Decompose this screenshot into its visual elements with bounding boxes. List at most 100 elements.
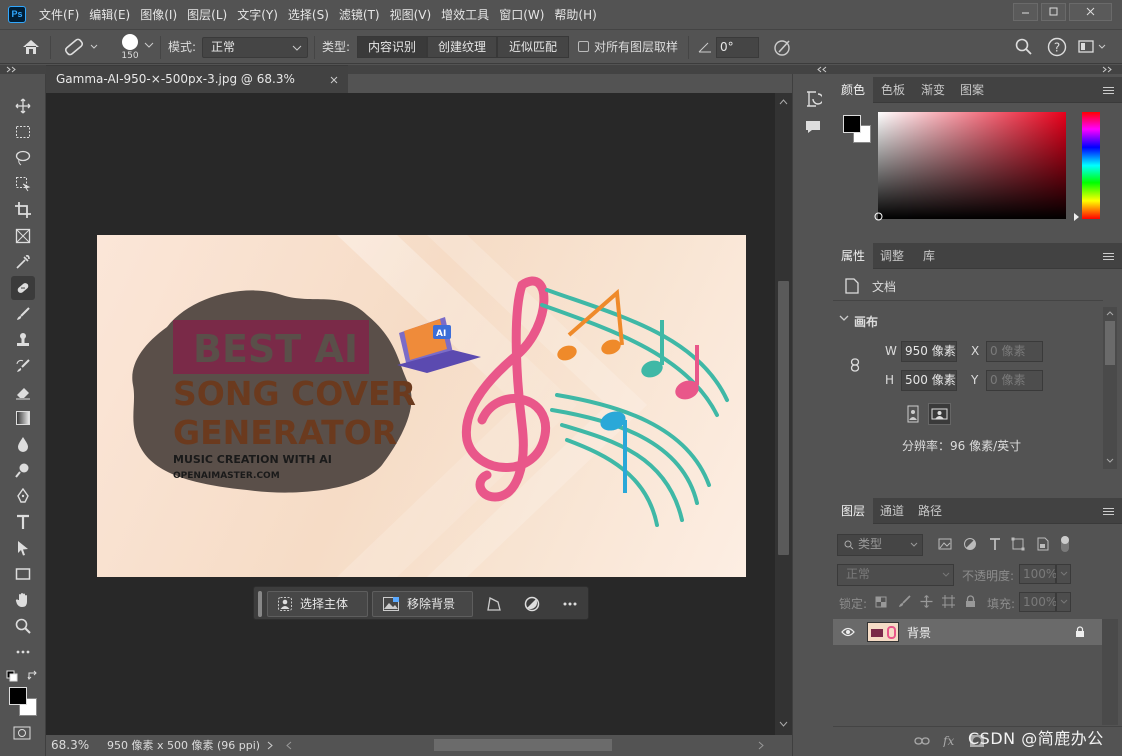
menu-view[interactable]: 视图(V) bbox=[385, 0, 437, 30]
filter-smart-object-icon[interactable] bbox=[1036, 537, 1050, 551]
mode-dropdown[interactable]: 正常 bbox=[202, 37, 308, 58]
horizontal-scroll-thumb[interactable] bbox=[434, 739, 612, 751]
chevron-down-icon[interactable] bbox=[839, 315, 849, 323]
close-button[interactable] bbox=[1069, 3, 1112, 21]
collapse-double-chevron-icon[interactable] bbox=[816, 66, 828, 73]
scroll-up-icon[interactable] bbox=[779, 99, 788, 105]
quick-mask-icon[interactable] bbox=[13, 726, 31, 740]
lock-image-pixels-icon[interactable] bbox=[898, 595, 911, 608]
chevron-right-icon[interactable] bbox=[267, 741, 273, 750]
expand-double-chevron-icon[interactable] bbox=[6, 66, 18, 73]
rectangle-tool-icon[interactable] bbox=[11, 562, 35, 586]
close-tab-icon[interactable] bbox=[330, 76, 338, 84]
pressure-size-icon[interactable] bbox=[772, 37, 794, 57]
landscape-orientation-icon[interactable] bbox=[928, 403, 951, 425]
scroll-down-icon[interactable] bbox=[779, 721, 788, 727]
filter-pixel-icon[interactable] bbox=[938, 538, 952, 550]
properties-scroll-thumb[interactable] bbox=[1105, 321, 1115, 365]
more-options-icon[interactable] bbox=[562, 596, 578, 612]
color-panel-swatches[interactable] bbox=[843, 115, 873, 145]
sample-all-layers-checkbox[interactable] bbox=[578, 41, 589, 52]
hue-slider-pointer[interactable] bbox=[1073, 213, 1080, 221]
scroll-up-icon[interactable] bbox=[1106, 311, 1114, 316]
frame-tool-icon[interactable] bbox=[11, 224, 35, 248]
vertical-scroll-thumb[interactable] bbox=[778, 281, 789, 555]
lock-position-icon[interactable] bbox=[920, 595, 933, 608]
portrait-orientation-icon[interactable] bbox=[903, 404, 923, 424]
tab-properties[interactable]: 属性 bbox=[833, 243, 873, 269]
width-input[interactable]: 950 像素 bbox=[901, 341, 957, 362]
healing-brush-tool-preset-icon[interactable] bbox=[62, 36, 98, 58]
angle-input[interactable]: 0° bbox=[716, 37, 759, 58]
hand-tool-icon[interactable] bbox=[11, 588, 35, 612]
fill-slider-toggle[interactable] bbox=[1056, 592, 1071, 612]
transform-icon[interactable] bbox=[486, 596, 502, 612]
history-brush-tool-icon[interactable] bbox=[11, 354, 35, 378]
tab-libraries[interactable]: 库 bbox=[911, 243, 947, 269]
tab-color[interactable]: 颜色 bbox=[833, 77, 873, 103]
tab-swatches[interactable]: 色板 bbox=[873, 77, 913, 103]
lasso-tool-icon[interactable] bbox=[11, 146, 35, 170]
document-tab[interactable]: Gamma-AI-950-×-500px-3.jpg @ 68.3%(RGB/8… bbox=[46, 65, 348, 113]
remove-background-button[interactable]: 移除背景 bbox=[372, 591, 473, 617]
color-field[interactable] bbox=[874, 112, 1066, 221]
fill-input[interactable]: 100% bbox=[1019, 592, 1057, 612]
opacity-slider-toggle[interactable] bbox=[1056, 564, 1071, 584]
menu-select[interactable]: 选择(S) bbox=[283, 0, 334, 30]
type-tool-icon[interactable] bbox=[11, 510, 35, 534]
zoom-tool-icon[interactable] bbox=[11, 614, 35, 638]
y-input[interactable]: 0 像素 bbox=[986, 370, 1043, 391]
blur-tool-icon[interactable] bbox=[11, 432, 35, 456]
menu-window[interactable]: 窗口(W) bbox=[494, 0, 549, 30]
move-tool-icon[interactable] bbox=[11, 94, 35, 118]
eye-visibility-icon[interactable] bbox=[841, 627, 855, 637]
menu-filter[interactable]: 滤镜(T) bbox=[334, 0, 385, 30]
create-texture-button[interactable]: 创建纹理 bbox=[427, 36, 497, 58]
lock-artboard-icon[interactable] bbox=[942, 595, 955, 608]
menu-file[interactable]: 文件(F) bbox=[34, 0, 84, 30]
select-subject-button[interactable]: 选择主体 bbox=[267, 591, 368, 617]
lock-transparent-pixels-icon[interactable] bbox=[875, 596, 887, 608]
chevron-down-icon[interactable] bbox=[144, 41, 154, 49]
panel-menu-icon[interactable] bbox=[1103, 253, 1114, 260]
pen-tool-icon[interactable] bbox=[11, 484, 35, 508]
clone-stamp-tool-icon[interactable] bbox=[11, 328, 35, 352]
object-selection-tool-icon[interactable] bbox=[11, 172, 35, 196]
menu-help[interactable]: 帮助(H) bbox=[549, 0, 601, 30]
tab-paths[interactable]: 路径 bbox=[911, 498, 949, 524]
tab-adjustments[interactable]: 调整 bbox=[873, 243, 911, 269]
menu-layer[interactable]: 图层(L) bbox=[182, 0, 232, 30]
brush-tool-icon[interactable] bbox=[11, 302, 35, 326]
lock-all-icon[interactable] bbox=[965, 595, 976, 608]
filter-adjustment-icon[interactable] bbox=[963, 537, 977, 551]
layers-scrollbar[interactable] bbox=[1102, 619, 1118, 725]
canvas-image[interactable]: BEST AI SONG COVER GENERATOR MUSIC CREAT… bbox=[97, 235, 746, 577]
menu-type[interactable]: 文字(Y) bbox=[232, 0, 283, 30]
scroll-down-icon[interactable] bbox=[1106, 458, 1114, 463]
hue-slider[interactable] bbox=[1074, 112, 1100, 221]
swap-colors-icon[interactable] bbox=[27, 670, 39, 682]
link-layers-icon[interactable] bbox=[914, 736, 930, 746]
color-swatches[interactable] bbox=[9, 686, 37, 716]
panel-menu-icon[interactable] bbox=[1103, 508, 1114, 515]
spot-healing-brush-tool-icon[interactable] bbox=[11, 276, 35, 300]
blend-mode-dropdown[interactable]: 正常 bbox=[837, 564, 954, 586]
layer-filter-dropdown[interactable]: 类型 bbox=[837, 534, 923, 556]
minimize-button[interactable] bbox=[1013, 3, 1038, 21]
content-aware-button[interactable]: 内容识别 bbox=[357, 36, 427, 58]
link-icon[interactable] bbox=[850, 358, 860, 372]
tab-layers[interactable]: 图层 bbox=[833, 498, 873, 524]
layer-style-fx-icon[interactable]: fx bbox=[943, 733, 957, 747]
proximity-match-button[interactable]: 近似匹配 bbox=[497, 36, 569, 58]
scroll-left-icon[interactable] bbox=[286, 741, 292, 750]
foreground-color-swatch[interactable] bbox=[843, 115, 861, 133]
eyedropper-tool-icon[interactable] bbox=[11, 250, 35, 274]
workspace-icon[interactable] bbox=[1078, 39, 1108, 55]
more-tools-icon[interactable] bbox=[11, 640, 35, 664]
scroll-right-icon[interactable] bbox=[758, 741, 764, 750]
adjustment-icon[interactable] bbox=[524, 596, 540, 612]
comments-panel-icon[interactable] bbox=[804, 118, 822, 136]
help-icon[interactable]: ? bbox=[1047, 37, 1067, 57]
menu-plugins[interactable]: 增效工具 bbox=[436, 0, 494, 30]
search-icon[interactable] bbox=[1015, 38, 1033, 56]
